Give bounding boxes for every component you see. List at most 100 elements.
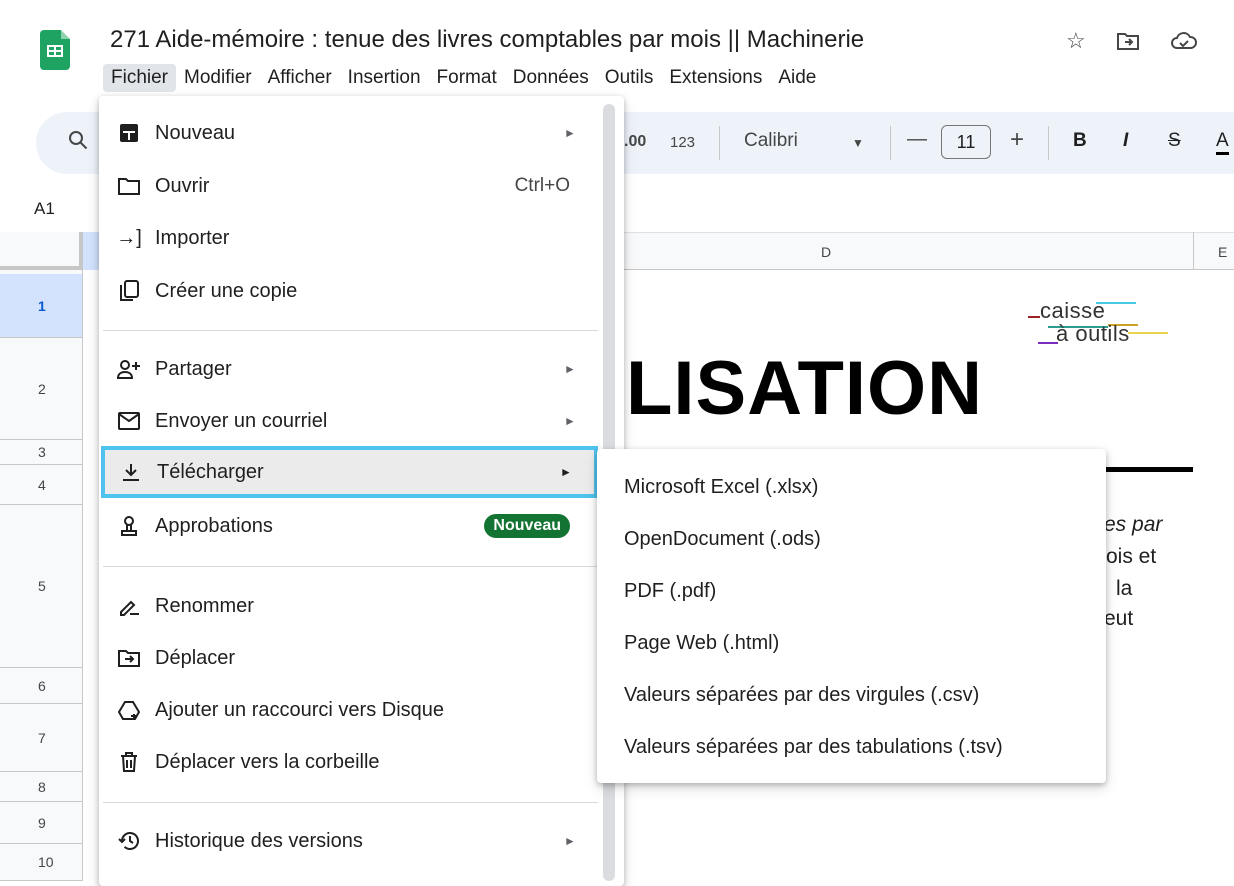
- import-icon: →]: [116, 226, 142, 249]
- menu-item-label: Télécharger: [157, 460, 264, 483]
- cloud-status-icon[interactable]: [1170, 30, 1198, 58]
- menu-outils[interactable]: Outils: [597, 64, 662, 92]
- download-csv[interactable]: Valeurs séparées par des virgules (.csv): [597, 669, 1106, 721]
- row-header-5[interactable]: 5: [0, 505, 82, 668]
- menu-item-label: Importer: [155, 226, 230, 249]
- menu-item-historique[interactable]: Historique des versions ►: [103, 819, 598, 863]
- menu-item-label: Déplacer vers la corbeille: [155, 750, 380, 773]
- menu-item-partager[interactable]: Partager ►: [103, 347, 598, 391]
- chevron-down-icon[interactable]: ▼: [852, 136, 864, 150]
- heading-rule: [1105, 467, 1193, 472]
- submenu-arrow-icon: ►: [564, 414, 576, 428]
- menu-fichier[interactable]: Fichier: [103, 64, 177, 92]
- row-header-9[interactable]: 9: [0, 802, 82, 844]
- menu-modifier[interactable]: Modifier: [176, 64, 260, 92]
- submenu-arrow-icon: ►: [564, 834, 576, 848]
- row-header-6[interactable]: 6: [0, 668, 82, 704]
- document-title[interactable]: 271 Aide-mémoire : tenue des livres comp…: [110, 26, 864, 54]
- menu-item-ouvrir[interactable]: Ouvrir Ctrl+O: [103, 164, 598, 208]
- new-sheet-icon: [103, 123, 155, 143]
- menu-format[interactable]: Format: [429, 64, 505, 92]
- menu-divider: [103, 802, 598, 803]
- toolbar-separator: [1048, 126, 1049, 160]
- menu-divider: [103, 330, 598, 331]
- menu-item-creer-copie[interactable]: Créer une copie: [103, 269, 598, 313]
- menu-item-label: Historique des versions: [155, 829, 363, 852]
- decrease-font-size-button[interactable]: —: [907, 128, 927, 151]
- rename-icon: [103, 596, 155, 616]
- column-header-e[interactable]: E: [1218, 244, 1227, 260]
- menu-extensions[interactable]: Extensions: [661, 64, 770, 92]
- text-color-button[interactable]: A: [1216, 130, 1229, 155]
- menu-item-label: Déplacer: [155, 646, 236, 669]
- menu-item-label: Partager: [155, 357, 232, 380]
- search-icon[interactable]: [68, 130, 88, 156]
- menu-item-nouveau[interactable]: Nouveau ►: [103, 111, 598, 155]
- menu-item-label: Créer une copie: [155, 279, 298, 302]
- bold-button[interactable]: B: [1073, 130, 1087, 152]
- share-person-icon: [103, 359, 155, 379]
- menu-divider: [103, 566, 598, 567]
- menu-item-label: Envoyer un courriel: [155, 409, 328, 432]
- menu-item-envoyer-courriel[interactable]: Envoyer un courriel ►: [103, 399, 598, 443]
- download-html[interactable]: Page Web (.html): [597, 617, 1106, 669]
- row-header-3[interactable]: 3: [0, 440, 82, 465]
- row-header-2[interactable]: 2: [0, 338, 82, 440]
- submenu-arrow-icon: ►: [560, 465, 572, 479]
- menu-item-approbations[interactable]: Approbations Nouveau: [103, 504, 598, 548]
- row-header-4[interactable]: 4: [0, 465, 82, 505]
- shortcut-text: Ctrl+O: [514, 175, 570, 196]
- row-header-8[interactable]: 8: [0, 772, 82, 802]
- star-icon[interactable]: ☆: [1066, 28, 1086, 54]
- menu-item-label: Approbations: [155, 514, 273, 537]
- submenu-arrow-icon: ►: [564, 126, 576, 140]
- cell-text-fragment: la: [1116, 577, 1133, 600]
- menu-afficher[interactable]: Afficher: [260, 64, 340, 92]
- name-box[interactable]: A1: [34, 199, 55, 219]
- font-family-select[interactable]: Calibri: [744, 130, 798, 152]
- move-to-folder-icon[interactable]: [1116, 30, 1140, 58]
- approvals-icon: [103, 515, 155, 537]
- menu-item-ajouter-raccourci[interactable]: Ajouter un raccourci vers Disque: [103, 688, 598, 732]
- menu-item-label: Ouvrir: [155, 174, 210, 197]
- font-size-input[interactable]: 11: [941, 125, 991, 159]
- menu-item-renommer[interactable]: Renommer: [103, 584, 598, 628]
- logo-text-line2: à outils: [1056, 321, 1130, 346]
- row-header-7[interactable]: 7: [0, 704, 82, 772]
- new-badge: Nouveau: [484, 514, 570, 538]
- download-icon: [105, 462, 157, 482]
- sheets-logo-icon[interactable]: [40, 30, 70, 70]
- download-ods[interactable]: OpenDocument (.ods): [597, 513, 1106, 565]
- mail-icon: [103, 412, 155, 430]
- download-xlsx[interactable]: Microsoft Excel (.xlsx): [597, 461, 1106, 513]
- menu-bar: Fichier Modifier Afficher Insertion Form…: [103, 64, 824, 92]
- menu-item-label: Renommer: [155, 594, 254, 617]
- column-header-d[interactable]: D: [821, 244, 831, 260]
- history-icon: [103, 831, 155, 851]
- column-divider[interactable]: [1193, 232, 1194, 270]
- menu-insertion[interactable]: Insertion: [340, 64, 429, 92]
- strikethrough-button[interactable]: S: [1168, 130, 1181, 152]
- menu-item-importer[interactable]: →] Importer: [103, 216, 598, 260]
- italic-button[interactable]: I: [1123, 130, 1128, 152]
- increase-font-size-button[interactable]: +: [1010, 126, 1024, 154]
- cell-text-fragment: ois et: [1106, 545, 1157, 568]
- trash-icon: [103, 752, 155, 772]
- menu-item-deplacer[interactable]: Déplacer: [103, 636, 598, 680]
- increase-decimals-button[interactable]: .00: [624, 133, 646, 151]
- menu-item-telecharger[interactable]: Télécharger ►: [101, 446, 598, 498]
- folder-icon: [103, 177, 155, 195]
- menu-aide[interactable]: Aide: [770, 64, 824, 92]
- toolbar-separator: [890, 126, 891, 160]
- row-header-1[interactable]: 1: [0, 274, 82, 338]
- select-all-corner[interactable]: [0, 232, 83, 270]
- menu-item-corbeille[interactable]: Déplacer vers la corbeille: [103, 740, 598, 784]
- toolbar-separator: [719, 126, 720, 160]
- download-tsv[interactable]: Valeurs séparées par des tabulations (.t…: [597, 721, 1106, 773]
- row-header-10[interactable]: 10: [0, 844, 82, 881]
- menu-item-label: Nouveau: [155, 121, 236, 144]
- menu-donnees[interactable]: Données: [505, 64, 597, 92]
- submenu-arrow-icon: ►: [564, 362, 576, 376]
- number-format-button[interactable]: 123: [670, 134, 695, 151]
- download-pdf[interactable]: PDF (.pdf): [597, 565, 1106, 617]
